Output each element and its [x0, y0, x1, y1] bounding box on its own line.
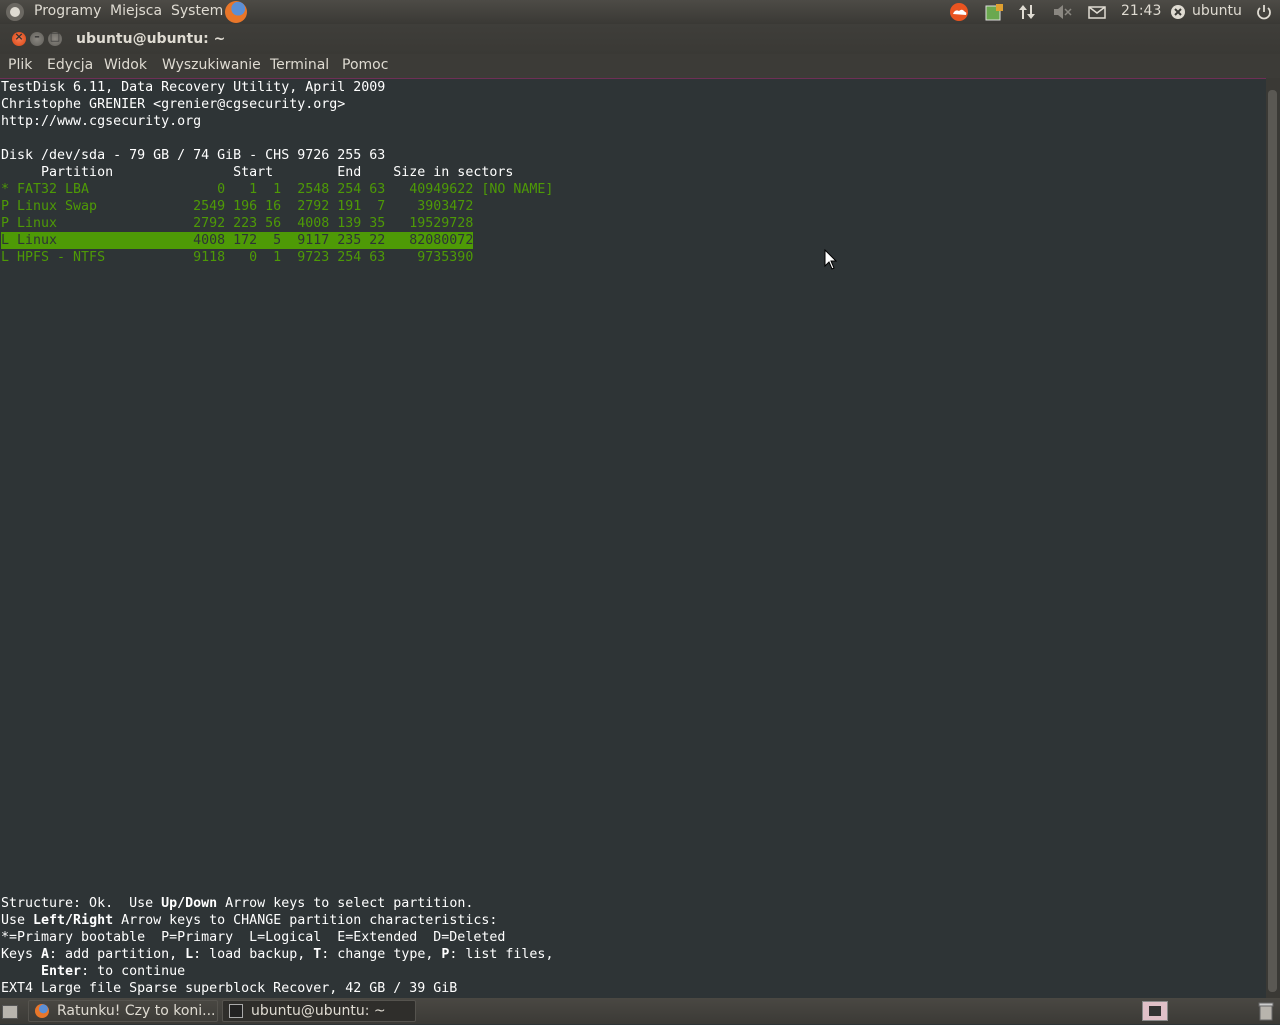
close-icon: ×	[14, 30, 24, 43]
footer-line: *=Primary bootable P=Primary L=Logical E…	[1, 930, 506, 945]
partition-row[interactable]: P Linux Swap 2549 196 16 2792 191 7 3903…	[1, 198, 473, 215]
bottom-panel: Ratunku! Czy to koni... ubuntu@ubuntu: ~	[0, 998, 1280, 1024]
menu-terminal[interactable]: Terminal	[270, 57, 329, 73]
show-desktop-icon[interactable]	[2, 1005, 18, 1019]
terminal-scrollbar[interactable]	[1266, 78, 1280, 998]
taskbar-item-firefox[interactable]: Ratunku! Czy to koni...	[28, 1000, 218, 1022]
footer-line: EXT4 Large file Sparse superblock Recove…	[1, 981, 458, 996]
footer-text: Arrow keys to select partition.	[217, 896, 474, 911]
partition-row[interactable]: L HPFS - NTFS 9118 0 1 9723 254 63 97353…	[1, 249, 473, 266]
footer-text	[1, 964, 41, 979]
menu-programy[interactable]: Programy	[34, 3, 101, 19]
volume-muted-icon[interactable]	[1051, 2, 1073, 22]
network-icon[interactable]	[1017, 2, 1037, 22]
footer-text: : load backup,	[193, 947, 314, 962]
window-titlebar[interactable]: × – □ ubuntu@ubuntu: ~	[0, 24, 1280, 54]
taskbar-item-label: ubuntu@ubuntu: ~	[251, 1003, 386, 1019]
window-title: ubuntu@ubuntu: ~	[76, 31, 226, 47]
column-headers: Partition Start End Size in sectors	[1, 165, 514, 180]
header-line: Christophe GRENIER <grenier@cgsecurity.o…	[1, 97, 346, 112]
update-manager-icon[interactable]	[983, 2, 1005, 22]
menu-plik[interactable]: Plik	[8, 57, 32, 73]
taskbar-item-terminal[interactable]: ubuntu@ubuntu: ~	[222, 1000, 416, 1022]
maximize-icon: □	[49, 30, 61, 43]
scrollbar-thumb[interactable]	[1268, 90, 1277, 992]
minimize-icon: –	[34, 30, 40, 43]
terminal-menubar: Plik Edycja Widok Wyszukiwanie Terminal …	[0, 54, 1280, 78]
workspace-switcher[interactable]	[1142, 1001, 1168, 1021]
footer-line: Structure: Ok. Use Up/Down Arrow keys to…	[1, 895, 473, 912]
footer-line: Keys A: add partition, L: load backup, T…	[1, 946, 553, 963]
firefox-launcher-icon[interactable]	[225, 1, 247, 23]
footer-text: : change type,	[321, 947, 442, 962]
disk-info-line: Disk /dev/sda - 79 GB / 74 GiB - CHS 972…	[1, 148, 386, 163]
partition-row[interactable]: * FAT32 LBA 0 1 1 2548 254 63 40949622 […	[1, 181, 553, 198]
clock[interactable]: 21:43	[1121, 3, 1161, 19]
trash-icon[interactable]	[1258, 1001, 1274, 1021]
footer-key: A	[41, 947, 50, 962]
footer-text: : list files,	[449, 947, 554, 962]
menu-widok[interactable]: Widok	[104, 57, 147, 73]
footer-key: Left/Right	[33, 913, 114, 928]
footer-text: Arrow keys to CHANGE partition character…	[113, 913, 498, 928]
power-icon[interactable]	[1254, 2, 1274, 22]
partition-row[interactable]: P Linux 2792 223 56 4008 139 35 19529728	[1, 215, 473, 232]
mail-icon[interactable]	[1087, 2, 1107, 22]
footer-text: Keys	[1, 947, 42, 962]
ubuntu-logo-icon[interactable]	[6, 3, 24, 21]
footer-line: Use Left/Right Arrow keys to CHANGE part…	[1, 912, 497, 929]
footer-text: Structure: Ok. Use	[1, 896, 162, 911]
top-panel: Programy Miejsca System 21:43 ubuntu	[0, 0, 1280, 24]
menu-edycja[interactable]: Edycja	[47, 57, 93, 73]
header-line: http://www.cgsecurity.org	[1, 114, 202, 129]
partition-row-selected[interactable]: L Linux 4008 172 5 9117 235 22 82080072	[1, 232, 474, 249]
footer-line: Enter: to continue	[1, 963, 185, 980]
header-line: TestDisk 6.11, Data Recovery Utility, Ap…	[1, 80, 386, 95]
menu-system[interactable]: System	[171, 3, 223, 19]
maximize-button[interactable]: □	[48, 30, 62, 46]
menu-miejsca[interactable]: Miejsca	[110, 3, 162, 19]
footer-text: : to continue	[81, 964, 186, 979]
user-status-icon[interactable]	[1170, 2, 1188, 22]
minimize-button[interactable]: –	[30, 30, 44, 46]
firefox-icon	[35, 1004, 49, 1018]
footer-key: L	[185, 947, 194, 962]
menu-wyszukiwanie[interactable]: Wyszukiwanie	[162, 57, 261, 73]
user-name[interactable]: ubuntu	[1192, 3, 1242, 19]
footer-text: Use	[1, 913, 34, 928]
footer-key: Up/Down	[161, 896, 218, 911]
footer-text: : add partition,	[49, 947, 186, 962]
workspace-window-icon	[1149, 1006, 1161, 1016]
close-button[interactable]: ×	[12, 30, 26, 46]
terminal-icon	[229, 1004, 243, 1018]
terminal-view[interactable]: TestDisk 6.11, Data Recovery Utility, Ap…	[0, 78, 1266, 998]
menu-pomoc[interactable]: Pomoc	[342, 57, 388, 73]
ubuntu-one-icon[interactable]	[948, 2, 970, 22]
taskbar-item-label: Ratunku! Czy to koni...	[57, 1003, 216, 1019]
footer-key: Enter	[41, 964, 82, 979]
